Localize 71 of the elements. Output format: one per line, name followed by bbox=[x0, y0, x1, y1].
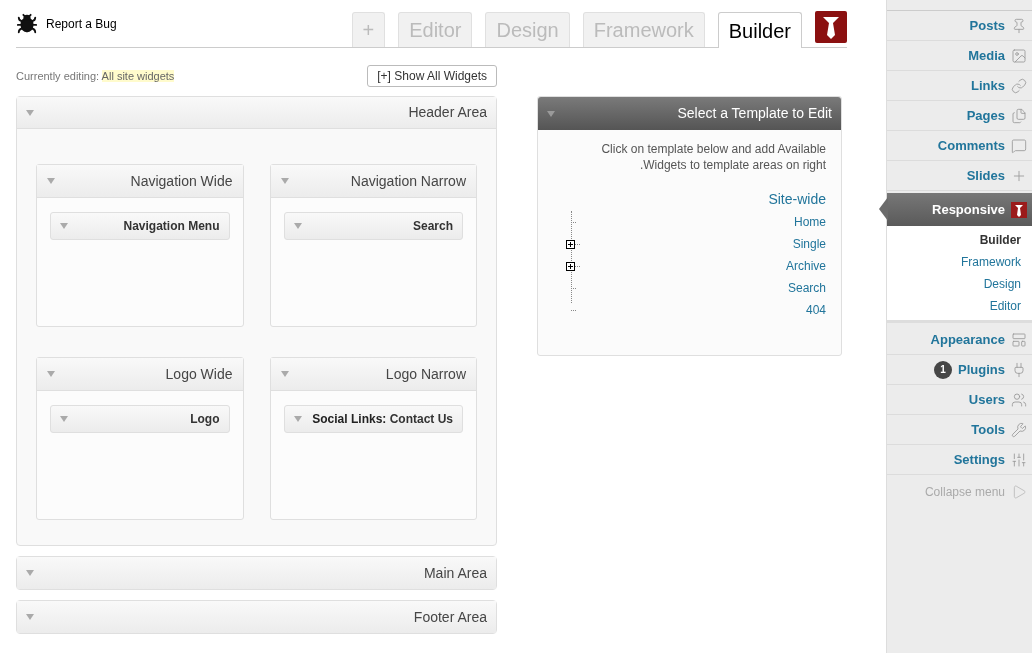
pin-icon bbox=[1011, 17, 1027, 34]
widget-bar[interactable]: Social Links: Contact Us bbox=[283, 405, 463, 433]
instructions-text: Click on template below and add Available .Widgets to template areas on right bbox=[600, 141, 827, 173]
sidebar-title: Navigation Narrow bbox=[350, 171, 466, 191]
menu-item[interactable]: Media bbox=[887, 41, 1032, 71]
submenu-item[interactable]: Design bbox=[983, 275, 1021, 293]
menu-item[interactable]: Pages bbox=[887, 101, 1032, 131]
chain-link-icon bbox=[1011, 77, 1027, 94]
tree-item[interactable]: Search bbox=[787, 279, 826, 297]
bug-icon bbox=[16, 13, 38, 35]
collapse-triangle-icon[interactable] bbox=[26, 570, 34, 576]
photo-icon bbox=[1011, 47, 1027, 64]
collapse-triangle-icon[interactable] bbox=[280, 371, 289, 377]
nav-tab[interactable]: Builder bbox=[717, 12, 802, 48]
menu-item[interactable]: Appearance bbox=[887, 325, 1032, 355]
widget-bar[interactable]: Search bbox=[283, 212, 463, 240]
menu-item[interactable]: Comments bbox=[887, 131, 1032, 161]
tree-item[interactable]: Home bbox=[794, 213, 826, 231]
collapse-triangle-icon[interactable] bbox=[60, 416, 68, 422]
collapse-triangle-icon[interactable] bbox=[47, 371, 55, 377]
area-title[interactable]: Header Area bbox=[408, 102, 487, 123]
sidebar-title: Logo Narrow bbox=[385, 364, 466, 384]
expand-box-icon[interactable] bbox=[566, 261, 575, 271]
widget-title: Navigation Menu bbox=[123, 218, 220, 235]
speech-bubble-icon bbox=[1011, 137, 1027, 154]
menu-item[interactable]: Links bbox=[887, 71, 1032, 101]
collapse-triangle-icon[interactable] bbox=[47, 178, 55, 184]
submenu-item[interactable]: Editor bbox=[989, 297, 1021, 315]
people-icon bbox=[1011, 391, 1027, 408]
widget-title: Logo bbox=[190, 411, 220, 428]
submenu-item[interactable]: Builder bbox=[979, 231, 1021, 249]
menu-item[interactable]: 1 Plugins bbox=[887, 355, 1032, 385]
editing-label: Currently editing: All site widgets bbox=[16, 68, 175, 84]
tie-logo-icon bbox=[815, 11, 847, 43]
current-pointer-icon bbox=[879, 197, 888, 221]
collapse-triangle-icon[interactable] bbox=[547, 110, 555, 117]
tree-item[interactable]: 404 bbox=[805, 301, 826, 319]
template-panel-title: Select a Template to Edit bbox=[677, 104, 832, 123]
tie-logo-icon bbox=[1011, 201, 1027, 218]
collapse-triangle-icon[interactable] bbox=[293, 223, 302, 229]
collapse-triangle-icon[interactable] bbox=[280, 178, 289, 184]
menu-item[interactable]: Users bbox=[887, 385, 1032, 415]
pages-icon bbox=[1011, 107, 1027, 124]
widget-bar[interactable]: Logo bbox=[50, 405, 230, 433]
sidebar-title: Logo Wide bbox=[165, 364, 233, 384]
widget-title: Social Links: Contact Us bbox=[312, 411, 453, 428]
sliders-icon bbox=[1011, 451, 1027, 468]
tree-item[interactable]: Archive bbox=[786, 257, 826, 275]
collapse-triangle-icon[interactable] bbox=[26, 614, 34, 620]
area-title[interactable]: Main Area bbox=[423, 562, 487, 584]
report-bug-link[interactable]: Report a Bug bbox=[46, 15, 117, 33]
tree-item[interactable]: Single bbox=[792, 235, 826, 253]
wrench-icon bbox=[1011, 421, 1027, 438]
menu-item[interactable]: Settings bbox=[887, 445, 1032, 475]
menu-item[interactable]: Slides bbox=[887, 161, 1032, 191]
layout-icon bbox=[1011, 331, 1027, 348]
collapse-triangle-icon[interactable] bbox=[293, 416, 302, 422]
widget-title: Search bbox=[412, 218, 453, 235]
collapse-triangle-icon[interactable] bbox=[26, 109, 34, 116]
expand-box-icon[interactable] bbox=[566, 239, 575, 249]
collapse-triangle-icon[interactable] bbox=[60, 223, 68, 229]
tree-item[interactable]: Site-wide bbox=[768, 191, 826, 207]
submenu-item[interactable]: Framework bbox=[961, 253, 1021, 271]
show-all-widgets-button[interactable]: [+] Show All Widgets bbox=[367, 65, 497, 87]
sidebar-title: Navigation Wide bbox=[130, 171, 233, 191]
plug-icon bbox=[1011, 361, 1027, 378]
count-badge: 1 bbox=[934, 360, 953, 379]
widget-bar[interactable]: Navigation Menu bbox=[50, 212, 230, 240]
area-title[interactable]: Footer Area bbox=[413, 606, 487, 628]
menu-item[interactable]: Tools bbox=[887, 415, 1032, 445]
menu-item[interactable]: Posts bbox=[887, 11, 1032, 41]
